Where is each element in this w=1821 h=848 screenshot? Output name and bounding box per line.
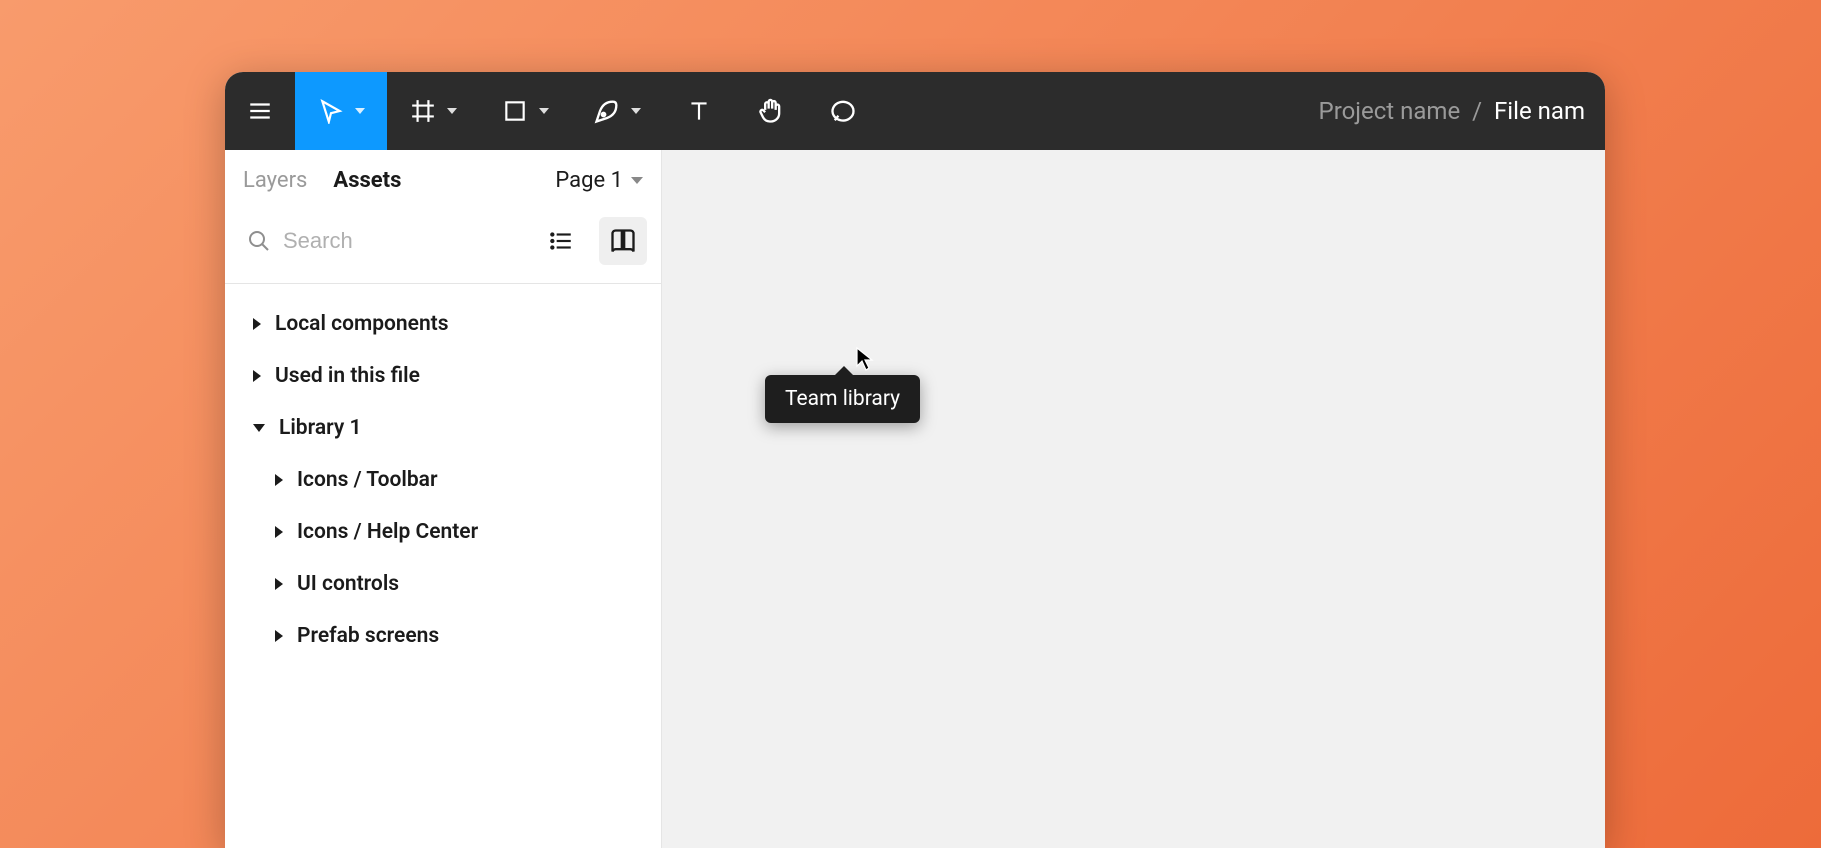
search-icon (247, 229, 271, 253)
chevron-down-icon (355, 108, 365, 114)
shape-tool-button[interactable] (479, 72, 571, 150)
triangle-right-icon (275, 630, 283, 642)
page-label: Page 1 (555, 168, 623, 193)
chevron-down-icon (631, 177, 643, 184)
breadcrumb[interactable]: Project name / File nam (1319, 97, 1605, 125)
workspace: Layers Assets Page 1 (225, 150, 1605, 848)
move-tool-button[interactable] (295, 72, 387, 150)
triangle-right-icon (275, 526, 283, 538)
book-icon (609, 227, 637, 255)
tree-item[interactable]: Icons / Help Center (225, 506, 661, 558)
hand-tool-button[interactable] (735, 72, 807, 150)
tree-item[interactable]: Local components (225, 298, 661, 350)
tooltip-team-library: Team library (765, 375, 920, 423)
tab-assets[interactable]: Assets (333, 168, 401, 193)
tree-item-label: Used in this file (275, 364, 420, 388)
text-tool-button[interactable] (663, 72, 735, 150)
tree-item-label: Icons / Toolbar (297, 468, 438, 492)
file-name: File nam (1494, 97, 1585, 125)
search-field[interactable] (247, 228, 523, 254)
tree-item-label: Local components (275, 312, 449, 336)
comment-tool-button[interactable] (807, 72, 879, 150)
list-view-button[interactable] (537, 217, 585, 265)
frame-icon (409, 97, 437, 125)
triangle-right-icon (253, 370, 261, 382)
tree-item[interactable]: Used in this file (225, 350, 661, 402)
tree-item[interactable]: Prefab screens (225, 610, 661, 662)
sidebar-tabs: Layers Assets Page 1 (225, 150, 661, 207)
search-input[interactable] (283, 228, 523, 254)
canvas[interactable] (662, 150, 1605, 848)
main-menu-button[interactable] (225, 72, 295, 150)
pen-tool-button[interactable] (571, 72, 663, 150)
app-window: Project name / File nam Layers Assets Pa… (225, 72, 1605, 848)
assets-search-row (225, 207, 661, 284)
frame-tool-button[interactable] (387, 72, 479, 150)
hamburger-icon (247, 97, 273, 125)
breadcrumb-separator: / (1472, 97, 1482, 125)
tree-item[interactable]: UI controls (225, 558, 661, 610)
tab-layers[interactable]: Layers (243, 168, 307, 193)
cursor-icon (317, 97, 345, 125)
triangle-down-icon (253, 424, 265, 432)
triangle-right-icon (275, 578, 283, 590)
list-icon (548, 228, 574, 254)
tree-item-label: Library 1 (279, 416, 362, 440)
triangle-right-icon (253, 318, 261, 330)
tree-item[interactable]: Library 1 (225, 402, 661, 454)
tree-item-label: Icons / Help Center (297, 520, 478, 544)
top-toolbar: Project name / File nam (225, 72, 1605, 150)
project-name: Project name (1319, 97, 1461, 125)
chevron-down-icon (447, 108, 457, 114)
hand-icon (757, 97, 785, 125)
text-icon (685, 97, 713, 125)
pen-icon (593, 97, 621, 125)
tree-item[interactable]: Icons / Toolbar (225, 454, 661, 506)
comment-icon (829, 97, 857, 125)
team-library-button[interactable] (599, 217, 647, 265)
assets-tree: Local components Used in this file Library… (225, 284, 661, 676)
chevron-down-icon (631, 108, 641, 114)
chevron-down-icon (539, 108, 549, 114)
page-selector[interactable]: Page 1 (555, 168, 643, 193)
rectangle-icon (501, 97, 529, 125)
tree-item-label: UI controls (297, 572, 399, 596)
tree-item-label: Prefab screens (297, 624, 439, 648)
triangle-right-icon (275, 474, 283, 486)
left-sidebar: Layers Assets Page 1 (225, 150, 662, 848)
